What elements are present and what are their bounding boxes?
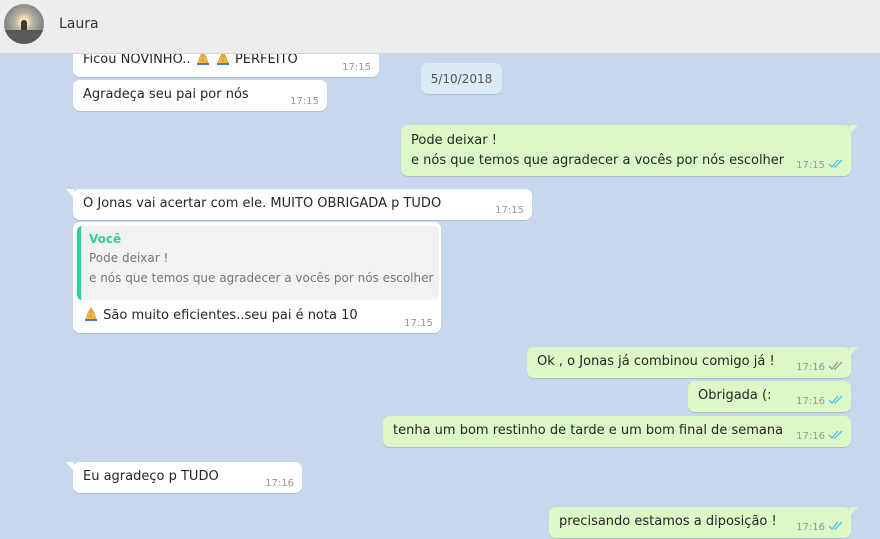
date-separator: 5/10/2018	[421, 63, 502, 94]
message-text: Agradeça seu pai por nós	[83, 87, 249, 102]
double-check-read-icon	[828, 395, 843, 409]
quote-author: Você	[89, 232, 122, 246]
chat-header: Laura	[0, 0, 880, 54]
contact-name[interactable]: Laura	[59, 16, 99, 32]
quoted-message[interactable]: Você Pode deixar ! e nós que temos que a…	[77, 226, 439, 300]
double-check-delivered-icon	[828, 361, 843, 375]
message-time: 17:16	[265, 478, 294, 489]
praying-hands-emoji	[83, 306, 99, 329]
message-text: tenha um bom restinho de tarde e um bom …	[393, 423, 784, 438]
double-check-read-icon	[828, 521, 843, 535]
message-outgoing[interactable]: precisando estamos a diposição ! 17:16	[549, 507, 858, 538]
message-time: 17:15	[404, 318, 433, 329]
message-status: 17:16	[796, 521, 843, 535]
message-text: O Jonas vai acertar com ele. MUITO OBRIG…	[83, 196, 442, 211]
double-check-read-icon	[828, 159, 843, 173]
message-text: Obrigada (:	[698, 388, 772, 403]
quote-text-line2: e nós que temos que agradecer a vocês po…	[89, 271, 434, 285]
message-text: Eu agradeço p TUDO	[83, 469, 219, 484]
quote-text-line1: Pode deixar !	[89, 251, 169, 265]
message-status: 17:15	[796, 159, 843, 173]
message-status: 17:16	[796, 361, 843, 375]
contact-avatar[interactable]	[4, 4, 44, 44]
message-text: Ok , o Jonas já combinou comigo já !	[537, 354, 775, 369]
message-text: Ficou NOVINHO..	[83, 52, 191, 67]
message-status: 17:16	[796, 430, 843, 444]
message-text-line1: Pode deixar !	[411, 133, 497, 148]
message-time: 17:16	[796, 431, 825, 442]
message-time: 17:15	[495, 205, 524, 216]
message-text: precisando estamos a diposição !	[559, 514, 777, 529]
message-text: PERFEITO	[234, 52, 298, 67]
message-outgoing[interactable]: Obrigada (: 17:16	[688, 381, 851, 412]
message-time: 17:16	[796, 522, 825, 533]
message-status: 17:16	[796, 395, 843, 409]
message-text-line2: e nós que temos que agradecer a vocês po…	[411, 153, 785, 168]
message-incoming-reply[interactable]: Você Pode deixar ! e nós que temos que a…	[73, 222, 441, 333]
double-check-read-icon	[828, 430, 843, 444]
message-time: 17:16	[796, 396, 825, 407]
message-time: 17:15	[342, 62, 371, 73]
message-incoming[interactable]: Agradeça seu pai por nós 17:15	[73, 80, 327, 111]
message-incoming[interactable]: O Jonas vai acertar com ele. MUITO OBRIG…	[66, 189, 532, 220]
message-time: 17:15	[796, 160, 825, 171]
message-time: 17:16	[796, 362, 825, 373]
message-incoming[interactable]: Eu agradeço p TUDO 17:16	[66, 462, 302, 493]
message-outgoing[interactable]: Pode deixar ! e nós que temos que agrade…	[401, 125, 858, 176]
message-time: 17:15	[290, 96, 319, 107]
message-outgoing[interactable]: tenha um bom restinho de tarde e um bom …	[383, 416, 851, 447]
message-text: São muito eficientes..seu pai é nota 10	[103, 308, 358, 323]
message-outgoing[interactable]: Ok , o Jonas já combinou comigo já ! 17:…	[527, 347, 858, 378]
